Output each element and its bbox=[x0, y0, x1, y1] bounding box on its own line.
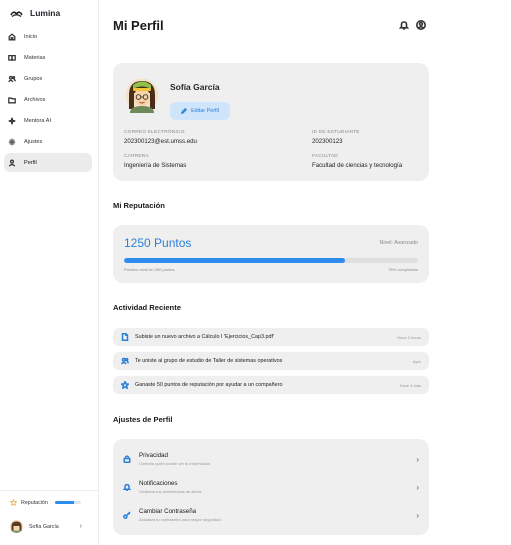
sidebar-item-label: Ajustes bbox=[24, 138, 43, 145]
settings-item-title: Privacidad bbox=[139, 452, 168, 459]
settings-item-desc: Controla quién puede ver tu información. bbox=[139, 461, 212, 466]
sidebar-item-label: Materias bbox=[24, 54, 46, 61]
activity-time: Hace 2 horas bbox=[397, 334, 421, 340]
reputation-card: 1250 Puntos Nivel: Avanzado Próximo nive… bbox=[113, 225, 429, 283]
settings-item-title: Notificaciones bbox=[139, 480, 178, 487]
activity-text: Te uniste al grupo de estudio de Taller … bbox=[135, 358, 283, 364]
sidebar-item-archivos[interactable]: Archivos bbox=[4, 90, 92, 109]
lock-icon bbox=[123, 455, 131, 463]
logo-icon bbox=[10, 10, 23, 17]
star-icon bbox=[10, 499, 17, 506]
bell-icon[interactable] bbox=[399, 20, 409, 30]
edit-profile-button[interactable]: Editar Perfil bbox=[170, 102, 230, 120]
sidebar-item-materias[interactable]: Materias bbox=[4, 48, 92, 67]
pencil-icon bbox=[181, 108, 188, 114]
file-icon bbox=[121, 333, 129, 341]
sidebar-reputation[interactable]: Reputación bbox=[10, 499, 81, 506]
settings-item-title: Cambiar Contraseña bbox=[139, 508, 197, 515]
folder-icon bbox=[8, 96, 16, 103]
activity-item[interactable]: Ganaste 50 puntos de reputación por ayud… bbox=[113, 376, 429, 394]
career-label: CARRERA bbox=[124, 154, 149, 159]
chevron-right-icon: › bbox=[79, 523, 82, 530]
settings-item-desc: Gestiona tus preferencias de alerta. bbox=[139, 489, 203, 494]
sidebar-user[interactable]: Sofía García › bbox=[10, 520, 82, 533]
reputation-section-title: Mi Reputación bbox=[113, 201, 165, 210]
edit-profile-label: Editar Perfil bbox=[191, 108, 219, 114]
sidebar-item-label: Perfil bbox=[24, 159, 37, 166]
book-open-icon bbox=[8, 54, 16, 61]
chevron-right-icon: › bbox=[416, 482, 419, 492]
header-actions bbox=[399, 20, 426, 30]
settings-item-desc: Actualiza tu contraseña para mayor segur… bbox=[139, 517, 222, 522]
activity-text: Subiste un nuevo archivo a Cálculo I 'Ej… bbox=[135, 334, 274, 340]
activity-section-title: Actividad Reciente bbox=[113, 303, 181, 312]
sidebar-item-label: Archivos bbox=[24, 96, 46, 103]
chevron-right-icon: › bbox=[416, 454, 419, 464]
chevron-right-icon: › bbox=[416, 510, 419, 520]
career-field: CARRERA Ingeniería de Sistemas bbox=[124, 154, 186, 169]
star-icon bbox=[121, 381, 129, 389]
sidebar-item-grupos[interactable]: Grupos bbox=[4, 69, 92, 88]
student-id-label: ID DE ESTUDIANTE bbox=[312, 130, 360, 135]
main-content: Mi Perfil Sofía García Editar Perfil COR… bbox=[99, 0, 511, 545]
faculty-field: FACULTAD Facultad de ciencias y tecnolog… bbox=[312, 154, 402, 169]
account-icon[interactable] bbox=[416, 20, 426, 30]
brand-name: Lumina bbox=[30, 8, 61, 18]
reputation-points: 1250 Puntos bbox=[124, 236, 192, 250]
brand[interactable]: Lumina bbox=[10, 8, 60, 18]
activity-item[interactable]: Te uniste al grupo de estudio de Taller … bbox=[113, 352, 429, 370]
sidebar-reputation-bar bbox=[54, 501, 81, 504]
sidebar-item-mentora-ai[interactable]: Mentora AI bbox=[4, 111, 92, 130]
key-icon bbox=[123, 511, 131, 519]
sidebar-user-name: Sofía García bbox=[29, 523, 59, 530]
sidebar-reputation-label: Reputación bbox=[21, 499, 48, 506]
sidebar-footer: Reputación Sofía García › bbox=[0, 490, 99, 533]
sparkles-icon bbox=[8, 117, 16, 124]
avatar bbox=[10, 520, 23, 533]
gear-icon bbox=[8, 138, 16, 145]
settings-item-change-password[interactable]: Cambiar Contraseña Actualiza tu contrase… bbox=[113, 502, 429, 528]
settings-card: Privacidad Controla quién puede ver tu i… bbox=[113, 439, 429, 535]
users-icon bbox=[8, 75, 16, 82]
page-title: Mi Perfil bbox=[113, 18, 164, 33]
sidebar-item-ajustes[interactable]: Ajustes bbox=[4, 132, 92, 151]
sidebar-item-inicio[interactable]: Inicio bbox=[4, 27, 92, 46]
bell-icon bbox=[123, 483, 131, 491]
user-icon bbox=[8, 159, 16, 167]
reputation-progress-bar bbox=[124, 258, 418, 263]
reputation-progress-fill bbox=[124, 258, 345, 263]
student-id-value: 202300123 bbox=[312, 138, 343, 145]
sidebar: Lumina Inicio Materias Grupos Archivos M… bbox=[0, 0, 99, 545]
email-field: CORREO ELECTRÓNICO 202300123@est.umss.ed… bbox=[124, 130, 197, 145]
next-level-text: Próximo nivel en 250 puntos bbox=[124, 267, 175, 272]
settings-item-notifications[interactable]: Notificaciones Gestiona tus preferencias… bbox=[113, 474, 429, 500]
sidebar-item-label: Mentora AI bbox=[24, 117, 52, 124]
email-value: 202300123@est.umss.edu bbox=[124, 138, 197, 145]
profile-name: Sofía García bbox=[170, 82, 220, 92]
student-id-field: ID DE ESTUDIANTE 202300123 bbox=[312, 130, 360, 145]
sidebar-item-label: Inicio bbox=[24, 33, 38, 40]
reputation-level: Nivel: Avanzado bbox=[379, 240, 418, 246]
sidebar-item-label: Grupos bbox=[24, 75, 43, 82]
completed-text: 75% completado bbox=[388, 267, 418, 272]
faculty-value: Facultad de ciencias y tecnología bbox=[312, 162, 403, 169]
users-icon bbox=[121, 357, 129, 365]
profile-card: Sofía García Editar Perfil CORREO ELECTR… bbox=[113, 63, 429, 181]
activity-time: Hace 3 días bbox=[399, 382, 421, 388]
career-value: Ingeniería de Sistemas bbox=[124, 162, 187, 169]
faculty-label: FACULTAD bbox=[312, 154, 338, 159]
sidebar-item-perfil[interactable]: Perfil bbox=[4, 153, 92, 172]
settings-item-privacy[interactable]: Privacidad Controla quién puede ver tu i… bbox=[113, 446, 429, 472]
home-icon bbox=[8, 32, 16, 40]
activity-item[interactable]: Subiste un nuevo archivo a Cálculo I 'Ej… bbox=[113, 328, 429, 346]
activity-time: Ayer bbox=[412, 358, 421, 364]
settings-section-title: Ajustes de Perfil bbox=[113, 415, 173, 424]
sidebar-reputation-bar-fill bbox=[54, 501, 75, 504]
avatar bbox=[125, 77, 159, 113]
activity-text: Ganaste 50 puntos de reputación por ayud… bbox=[135, 382, 283, 388]
email-label: CORREO ELECTRÓNICO bbox=[124, 130, 185, 135]
sidebar-nav: Inicio Materias Grupos Archivos Mentora … bbox=[4, 27, 92, 174]
